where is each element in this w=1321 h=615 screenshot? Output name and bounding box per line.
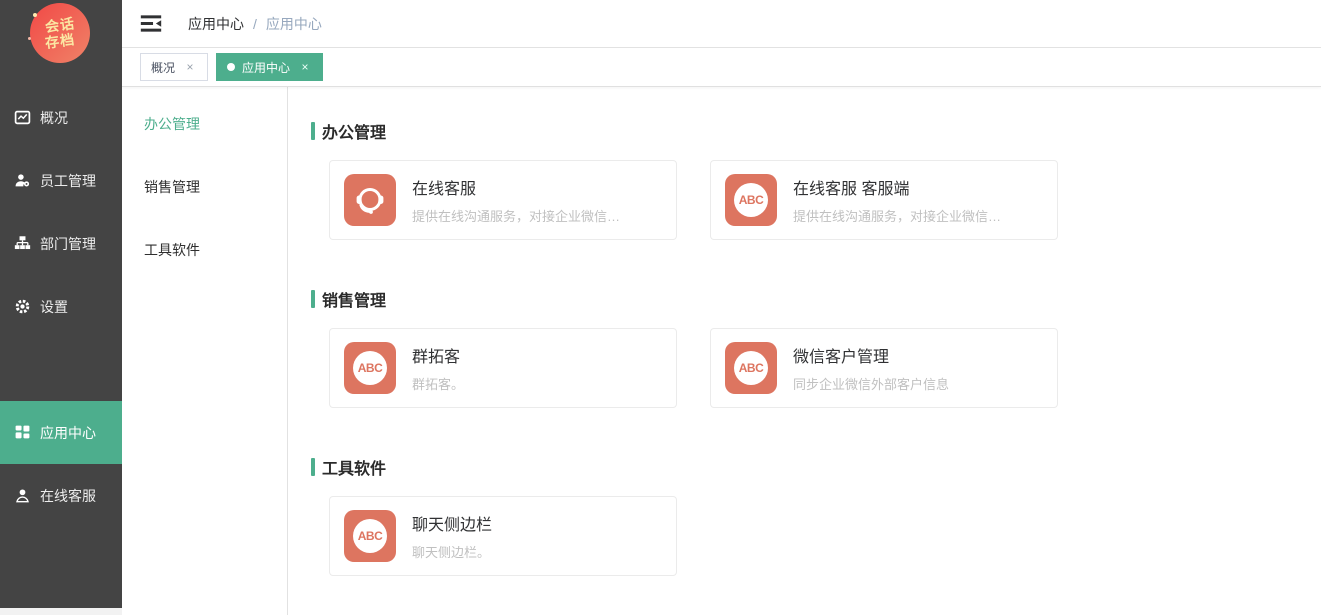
- org-icon: [14, 235, 31, 252]
- sidebar: 会话 存档 概况员工管理部门管理设置应用中心在线客服: [0, 0, 122, 608]
- tab-label: 应用中心: [242, 59, 290, 76]
- app-card[interactable]: ABC 群拓客群拓客。: [329, 328, 677, 408]
- app-card-text: 在线客服 客服端提供在线沟通服务，对接企业微信…: [793, 175, 1001, 225]
- abc-icon: ABC: [344, 510, 396, 562]
- app-card-text: 微信客户管理同步企业微信外部客户信息: [793, 343, 949, 393]
- sidebar-item-settings[interactable]: 设置: [0, 275, 122, 338]
- breadcrumb: 应用中心 / 应用中心: [188, 14, 322, 34]
- active-tab-dot: [227, 63, 235, 71]
- app-card-list: ABC 群拓客群拓客。 ABC 微信客户管理同步企业微信外部客户信息: [329, 328, 1321, 408]
- app-name: 群拓客: [412, 343, 464, 367]
- abc-icon: ABC: [725, 174, 777, 226]
- sidebar-scroll-track: [0, 608, 122, 615]
- app-card-list: 在线客服提供在线沟通服务，对接企业微信… ABC 在线客服 客服端提供在线沟通服务，…: [329, 160, 1321, 240]
- category-nav-item-tools[interactable]: 工具软件: [122, 219, 287, 282]
- sidebar-nav: 概况员工管理部门管理设置应用中心在线客服: [0, 86, 122, 527]
- users-icon: [14, 172, 31, 189]
- app-card-text: 聊天侧边栏聊天侧边栏。: [412, 511, 492, 561]
- app-description: 提供在线沟通服务，对接企业微信…: [793, 206, 1001, 225]
- sidebar-item-online-service[interactable]: 在线客服: [0, 464, 122, 527]
- app-root: 会话 存档 概况员工管理部门管理设置应用中心在线客服 应用中心 / 应用中心 概…: [0, 0, 1321, 615]
- logo-text-line2: 存档: [44, 31, 76, 51]
- category-nav-item-sales[interactable]: 销售管理: [122, 156, 287, 219]
- sidebar-item-label: 部门管理: [40, 234, 96, 254]
- sidebar-item-label: 员工管理: [40, 171, 96, 191]
- section-title: 销售管理: [322, 287, 386, 311]
- sidebar-item-label: 应用中心: [40, 423, 96, 443]
- app-card[interactable]: ABC 聊天侧边栏聊天侧边栏。: [329, 496, 677, 576]
- logo-dot: [28, 37, 31, 40]
- tab-app-center[interactable]: 应用中心 ×: [216, 53, 323, 81]
- section-accent-bar: [311, 458, 315, 476]
- app-card[interactable]: ABC 在线客服 客服端提供在线沟通服务，对接企业微信…: [710, 160, 1058, 240]
- app-name: 聊天侧边栏: [412, 511, 492, 535]
- logo-dot: [33, 13, 37, 17]
- section-accent-bar: [311, 290, 315, 308]
- app-center-content: 办公管理在线客服提供在线沟通服务，对接企业微信… ABC 在线客服 客服端提供在线沟…: [288, 87, 1321, 615]
- section-header: 办公管理: [311, 119, 1321, 143]
- tags-view-bar: 概况 × 应用中心 ×: [122, 48, 1321, 87]
- sidebar-toggle-icon[interactable]: [140, 14, 162, 33]
- app-description: 提供在线沟通服务，对接企业微信…: [412, 206, 620, 225]
- tab-label: 概况: [151, 59, 175, 76]
- tab-close-icon[interactable]: ×: [298, 60, 312, 74]
- sidebar-item-label: 设置: [40, 297, 68, 317]
- app-name: 在线客服 客服端: [793, 175, 1001, 199]
- top-header: 应用中心 / 应用中心: [122, 0, 1321, 48]
- section-accent-bar: [311, 122, 315, 140]
- app-card-text: 在线客服提供在线沟通服务，对接企业微信…: [412, 175, 620, 225]
- sidebar-item-label: 概况: [40, 108, 68, 128]
- app-card[interactable]: ABC 微信客户管理同步企业微信外部客户信息: [710, 328, 1058, 408]
- chart-icon: [14, 109, 31, 126]
- abc-icon: ABC: [344, 342, 396, 394]
- abc-icon: ABC: [725, 342, 777, 394]
- category-nav-item-office[interactable]: 办公管理: [122, 93, 287, 156]
- sidebar-item-overview[interactable]: 概况: [0, 86, 122, 149]
- section-header: 工具软件: [311, 455, 1321, 479]
- headset-icon: [344, 174, 396, 226]
- gear-icon: [14, 298, 31, 315]
- breadcrumb-separator: /: [253, 16, 257, 32]
- abc-badge: ABC: [353, 351, 387, 385]
- tab-close-icon[interactable]: ×: [183, 60, 197, 74]
- section-title: 办公管理: [322, 119, 386, 143]
- agent-icon: [14, 487, 31, 504]
- abc-badge: ABC: [353, 519, 387, 553]
- app-description: 同步企业微信外部客户信息: [793, 374, 949, 393]
- breadcrumb-item-parent[interactable]: 应用中心: [188, 14, 244, 34]
- abc-badge: ABC: [734, 183, 768, 217]
- tab-overview[interactable]: 概况 ×: [140, 53, 208, 81]
- section-title: 工具软件: [322, 455, 386, 479]
- app-description: 聊天侧边栏。: [412, 542, 492, 561]
- app-section: 销售管理 ABC 群拓客群拓客。 ABC 微信客户管理同步企业微信外部客户信息: [311, 287, 1321, 408]
- section-header: 销售管理: [311, 287, 1321, 311]
- grid-icon: [14, 424, 31, 441]
- app-card-list: ABC 聊天侧边栏聊天侧边栏。: [329, 496, 1321, 576]
- app-card-text: 群拓客群拓客。: [412, 343, 464, 393]
- app-logo: 会话 存档: [30, 3, 90, 63]
- sidebar-item-departments[interactable]: 部门管理: [0, 212, 122, 275]
- app-section: 办公管理在线客服提供在线沟通服务，对接企业微信… ABC 在线客服 客服端提供在线沟…: [311, 119, 1321, 240]
- category-nav: 办公管理销售管理工具软件: [122, 87, 288, 615]
- abc-badge: ABC: [734, 351, 768, 385]
- app-description: 群拓客。: [412, 374, 464, 393]
- sidebar-item-employees[interactable]: 员工管理: [0, 149, 122, 212]
- app-section: 工具软件 ABC 聊天侧边栏聊天侧边栏。: [311, 455, 1321, 576]
- sidebar-item-app-center[interactable]: 应用中心: [0, 401, 122, 464]
- app-name: 微信客户管理: [793, 343, 949, 367]
- sidebar-item-label: 在线客服: [40, 486, 96, 506]
- breadcrumb-item-current: 应用中心: [266, 14, 322, 34]
- app-name: 在线客服: [412, 175, 620, 199]
- app-card[interactable]: 在线客服提供在线沟通服务，对接企业微信…: [329, 160, 677, 240]
